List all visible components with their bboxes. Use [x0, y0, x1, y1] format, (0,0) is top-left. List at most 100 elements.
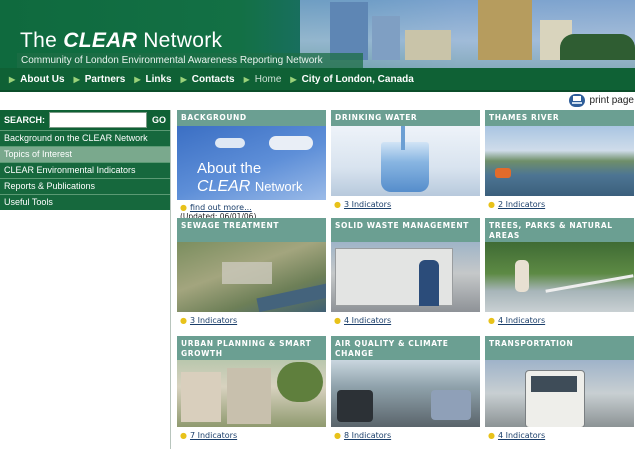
print-page-label: print page: [589, 94, 634, 106]
about-text-1: About the: [197, 160, 262, 177]
about-text-network: Network: [254, 179, 303, 194]
worker: [419, 260, 439, 306]
glass: [381, 142, 429, 192]
banner-building-3: [405, 30, 451, 60]
sidebar-item-reports[interactable]: Reports & Publications: [0, 178, 170, 194]
tile-link-label: 2 Indicators: [497, 200, 546, 209]
river: [256, 281, 326, 312]
site-title-pre: The: [20, 29, 58, 52]
house-2: [227, 368, 271, 424]
tile-background: BACKGROUND About the CLEAR Network ● find…: [177, 110, 326, 221]
tile-link[interactable]: ● 4 Indicators: [485, 431, 634, 440]
about-text-2: CLEAR Network: [197, 178, 303, 196]
tile-link-label: 4 Indicators: [497, 431, 546, 440]
nav-label: Partners: [84, 73, 126, 85]
search-label: SEARCH:: [4, 115, 46, 125]
tile-thames-river: THAMES RIVER ● 2 Indicators: [485, 110, 634, 209]
search-go-button[interactable]: GO: [152, 115, 166, 125]
tile-transportation: TRANSPORTATION ● 4 Indicators: [485, 336, 634, 440]
nav-arrow-icon: ▶: [290, 74, 297, 84]
tile-link[interactable]: ● 2 Indicators: [485, 200, 634, 209]
thames-river-image[interactable]: [485, 126, 634, 196]
transportation-image[interactable]: [485, 360, 634, 427]
tile-link[interactable]: ● 7 Indicators: [177, 431, 326, 440]
nav-label: Contacts: [191, 73, 235, 85]
sewage-treatment-image[interactable]: [177, 242, 326, 312]
tile-solid-waste: SOLID WASTE MANAGEMENT ● 4 Indicators: [331, 218, 480, 325]
tile-link-label: find out more...: [189, 203, 252, 212]
tile-sewage-treatment: SEWAGE TREATMENT ● 3 Indicators: [177, 218, 326, 325]
banner-building-2: [372, 16, 400, 60]
site-title-bold: CLEAR: [63, 29, 138, 52]
nav-city-of-london[interactable]: ▶ City of London, Canada: [290, 74, 413, 85]
site-title[interactable]: The CLEAR Network: [20, 29, 222, 53]
banner-building-1: [330, 2, 368, 60]
plant-buildings: [222, 262, 272, 284]
bullet-icon: ●: [488, 431, 495, 440]
nav-about-us[interactable]: ▶ About Us: [9, 74, 65, 85]
tile-link[interactable]: ● 4 Indicators: [331, 316, 480, 325]
nav-label: Links: [145, 73, 172, 85]
tile-title: BACKGROUND: [177, 110, 326, 126]
solid-waste-image[interactable]: [331, 242, 480, 312]
tile-title: SOLID WASTE MANAGEMENT: [331, 218, 480, 242]
search-input[interactable]: [49, 112, 148, 128]
car-1: [337, 390, 373, 422]
about-text-clear: CLEAR: [197, 178, 251, 195]
tile-link-label: 4 Indicators: [497, 316, 546, 325]
cloud-1: [269, 136, 313, 150]
trees-parks-image[interactable]: [485, 242, 634, 312]
urban-planning-image[interactable]: [177, 360, 326, 427]
sidebar-item-background[interactable]: Background on the CLEAR Network: [0, 130, 170, 146]
bullet-icon: ●: [334, 200, 341, 209]
nav-arrow-icon: ▶: [134, 74, 141, 84]
tile-title: THAMES RIVER: [485, 110, 634, 126]
nav-arrow-icon: ▶: [73, 74, 80, 84]
nav-home[interactable]: ▶ Home: [244, 74, 282, 85]
background-image[interactable]: About the CLEAR Network: [177, 126, 326, 200]
nav-arrow-icon: ▶: [9, 74, 16, 84]
tile-link[interactable]: ● 4 Indicators: [485, 316, 634, 325]
air-quality-image[interactable]: [331, 360, 480, 427]
drinking-water-image[interactable]: [331, 126, 480, 196]
bullet-icon: ●: [180, 203, 187, 212]
tile-link[interactable]: ● 3 Indicators: [177, 316, 326, 325]
tile-air-quality: AIR QUALITY & CLIMATE CHANGE ● 8 Indicato…: [331, 336, 480, 440]
print-page-link[interactable]: print page: [568, 92, 634, 108]
sidebar-item-topics[interactable]: Topics of Interest: [0, 146, 170, 162]
nav-contacts[interactable]: ▶ Contacts: [181, 74, 235, 85]
car-2: [431, 390, 471, 420]
bus-window: [531, 376, 577, 392]
sidebar-item-indicators[interactable]: CLEAR Environmental Indicators: [0, 162, 170, 178]
nav-label: Home: [254, 73, 282, 85]
site-banner: The CLEAR Network Community of London En…: [0, 0, 635, 68]
bullet-icon: ●: [180, 431, 187, 440]
tile-link-label: 7 Indicators: [189, 431, 238, 440]
cloud-2: [215, 138, 245, 148]
faucet-stream: [401, 126, 405, 150]
tile-title: TRANSPORTATION: [485, 336, 634, 360]
nav-links[interactable]: ▶ Links: [134, 74, 171, 85]
bullet-icon: ●: [334, 316, 341, 325]
nav-partners[interactable]: ▶ Partners: [74, 74, 126, 85]
bullet-icon: ●: [488, 200, 495, 209]
boat: [495, 168, 511, 178]
nav-label: City of London, Canada: [301, 73, 414, 85]
tile-link[interactable]: ● find out more...: [177, 203, 326, 212]
tile-link[interactable]: ● 8 Indicators: [331, 431, 480, 440]
nav-arrow-icon: ▶: [180, 74, 187, 84]
tile-drinking-water: DRINKING WATER ● 3 Indicators: [331, 110, 480, 209]
tile-link-label: 4 Indicators: [343, 316, 392, 325]
tile-title: SEWAGE TREATMENT: [177, 218, 326, 242]
tile-urban-planning: URBAN PLANNING & SMART GROWTH ● 7 Indicat…: [177, 336, 326, 440]
bullet-icon: ●: [334, 431, 341, 440]
tile-link[interactable]: ● 3 Indicators: [331, 200, 480, 209]
nav-arrow-icon: ▶: [243, 74, 250, 84]
sidebar-item-tools[interactable]: Useful Tools: [0, 194, 170, 210]
tile-title: AIR QUALITY & CLIMATE CHANGE: [331, 336, 480, 360]
printer-icon: [568, 93, 585, 107]
tree: [277, 362, 323, 402]
bullet-icon: ●: [180, 316, 187, 325]
tile-link-label: 3 Indicators: [343, 200, 392, 209]
main-nav: ▶ About Us ▶ Partners ▶ Links ▶ Contacts ▶ Ho…: [0, 68, 635, 92]
